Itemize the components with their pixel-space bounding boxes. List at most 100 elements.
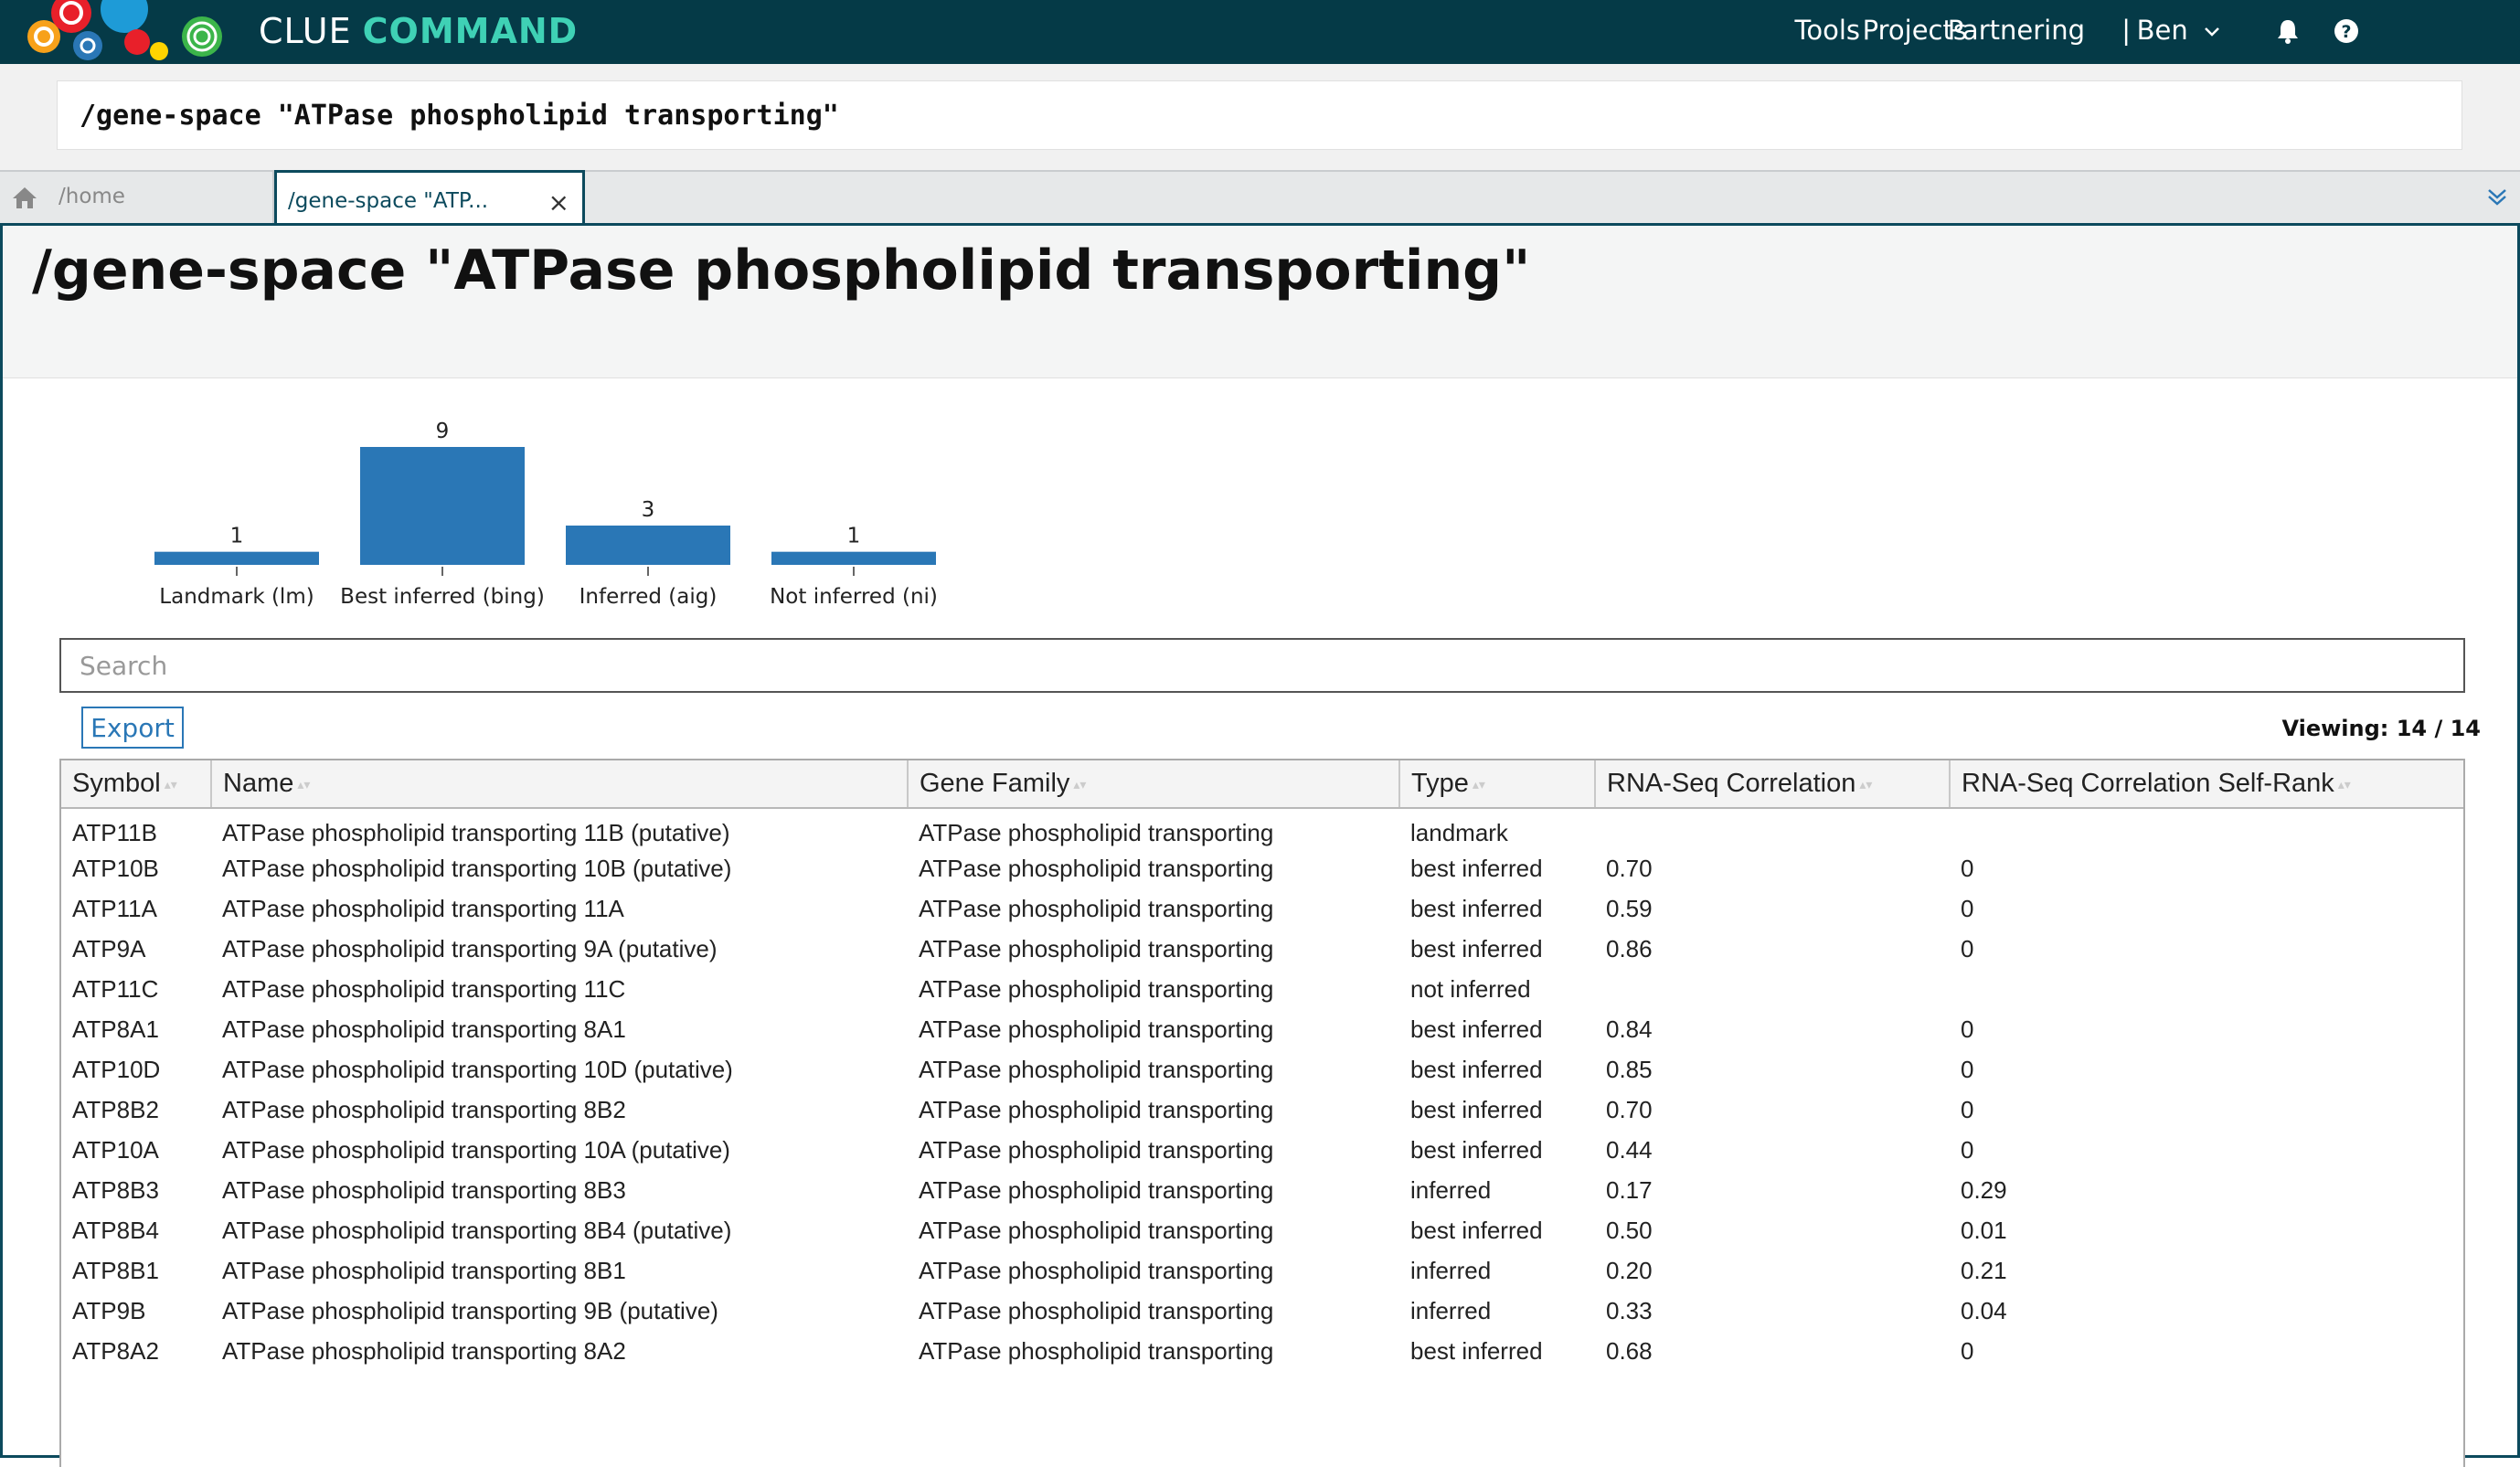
sort-icon[interactable]: ▴▾ bbox=[297, 777, 310, 792]
sort-icon[interactable]: ▴▾ bbox=[1073, 777, 1086, 792]
viewing-count: Viewing: 14 / 14 bbox=[2281, 716, 2481, 741]
table-cell: ATP9A bbox=[72, 934, 146, 962]
table-row[interactable]: ATP10B ATPase phospholipid transporting 1… bbox=[61, 848, 2463, 888]
table-cell: ATPase phospholipid transporting 8B2 bbox=[222, 1095, 626, 1123]
table-cell: 0 bbox=[1961, 1336, 1974, 1365]
export-button[interactable]: Export bbox=[81, 707, 184, 749]
table-cell bbox=[1950, 969, 2463, 1009]
column-header[interactable]: Symbol ▴▾ bbox=[61, 760, 212, 809]
tab-overflow-chevron-icon[interactable] bbox=[2483, 183, 2511, 210]
table-cell: ATP11B bbox=[72, 819, 157, 846]
column-header-label: Name bbox=[223, 769, 294, 798]
table-cell: 0 bbox=[1961, 1095, 1974, 1123]
chart-bar[interactable] bbox=[154, 551, 319, 565]
table-row[interactable]: ATP11C ATPase phospholipid transporting 1… bbox=[61, 969, 2463, 1009]
clue-logo[interactable] bbox=[24, 0, 234, 64]
column-header[interactable]: Gene Family ▴▾ bbox=[908, 760, 1400, 809]
brand-command: COMMAND bbox=[362, 11, 579, 51]
close-tab-icon[interactable]: × bbox=[548, 187, 569, 218]
nav-tools[interactable]: Tools bbox=[1795, 15, 1860, 46]
column-header[interactable]: Name ▴▾ bbox=[211, 760, 909, 809]
table-cell: inferred bbox=[1410, 1175, 1492, 1204]
column-header-label: Gene Family bbox=[920, 769, 1070, 798]
x-axis-tick-label: Best inferred (bing) bbox=[340, 585, 545, 609]
command-input[interactable]: /gene-space "ATPase phospholipid transpo… bbox=[57, 80, 2462, 150]
table-cell: ATPase phospholipid transporting 11A bbox=[222, 894, 624, 922]
table-cell: ATP11A bbox=[72, 894, 157, 922]
search-input[interactable] bbox=[59, 638, 2465, 693]
sort-icon[interactable]: ▴▾ bbox=[1859, 777, 1872, 792]
sort-icon[interactable]: ▴▾ bbox=[165, 777, 177, 792]
table-cell: 0.21 bbox=[1961, 1256, 2007, 1284]
table-cell: 0.33 bbox=[1606, 1296, 1653, 1324]
table-cell bbox=[1950, 808, 2463, 848]
tab-home[interactable]: /home bbox=[0, 172, 274, 225]
table-row[interactable]: ATP8A1 ATPase phospholipid transporting 8… bbox=[61, 1009, 2463, 1049]
bell-icon[interactable] bbox=[2276, 18, 2300, 50]
content-frame: /gene-space "ATPase phospholipid transpo… bbox=[0, 223, 2520, 1467]
table-cell: inferred bbox=[1410, 1256, 1492, 1284]
x-axis-tick-label: Not inferred (ni) bbox=[770, 585, 938, 609]
app-brand: CLUE COMMAND bbox=[259, 11, 578, 51]
table-cell: ATPase phospholipid transporting bbox=[919, 894, 1274, 922]
table-cell: ATP10A bbox=[72, 1135, 159, 1164]
table-cell: 0.59 bbox=[1606, 894, 1653, 922]
chart-bar[interactable] bbox=[360, 447, 525, 565]
table-cell: ATPase phospholipid transporting bbox=[919, 1336, 1274, 1365]
chart-bar[interactable] bbox=[566, 526, 730, 565]
table-cell: ATPase phospholipid transporting 8A1 bbox=[222, 1015, 626, 1043]
table-row[interactable]: ATP8B2 ATPase phospholipid transporting 8… bbox=[61, 1090, 2463, 1130]
table-cell: inferred bbox=[1410, 1296, 1492, 1324]
table-row[interactable]: ATP10D ATPase phospholipid transporting 1… bbox=[61, 1049, 2463, 1090]
table-body: ATP11B ATPase phospholipid transporting 1… bbox=[61, 808, 2463, 1371]
column-header[interactable]: Type ▴▾ bbox=[1399, 760, 1596, 809]
table-cell: ATPase phospholipid transporting bbox=[919, 1296, 1274, 1324]
table-cell: ATPase phospholipid transporting 10A (pu… bbox=[222, 1135, 730, 1164]
table-cell bbox=[1595, 969, 1950, 1009]
help-icon[interactable]: ? bbox=[2334, 18, 2359, 50]
table-row[interactable]: ATP8B3 ATPase phospholipid transporting 8… bbox=[61, 1170, 2463, 1210]
table-row[interactable]: ATP10A ATPase phospholipid transporting 1… bbox=[61, 1130, 2463, 1170]
svg-text:?: ? bbox=[2341, 22, 2351, 42]
x-axis-tick-label: Landmark (lm) bbox=[159, 585, 314, 609]
table-cell: ATP8B1 bbox=[72, 1256, 159, 1284]
table-cell: ATPase phospholipid transporting 10B (pu… bbox=[222, 854, 732, 882]
nav-separator: | bbox=[2121, 15, 2131, 46]
table-row[interactable]: ATP11A ATPase phospholipid transporting 1… bbox=[61, 888, 2463, 929]
table-row[interactable]: ATP8B1 ATPase phospholipid transporting 8… bbox=[61, 1250, 2463, 1291]
table-cell: ATPase phospholipid transporting bbox=[919, 1216, 1274, 1244]
table-row[interactable]: ATP8A2 ATPase phospholipid transporting 8… bbox=[61, 1331, 2463, 1371]
table-cell: 0.29 bbox=[1961, 1175, 2007, 1204]
table-row[interactable]: ATP11B ATPase phospholipid transporting 1… bbox=[61, 808, 2463, 848]
table-row[interactable]: ATP8B4 ATPase phospholipid transporting 8… bbox=[61, 1210, 2463, 1250]
table-cell: ATPase phospholipid transporting 11B (pu… bbox=[222, 819, 730, 846]
table-cell: ATPase phospholipid transporting 9A (put… bbox=[222, 934, 718, 962]
table-cell: ATPase phospholipid transporting bbox=[919, 1015, 1274, 1043]
table-cell: ATPase phospholipid transporting 10D (pu… bbox=[222, 1055, 733, 1083]
table-cell: ATPase phospholipid transporting bbox=[919, 854, 1274, 882]
table-cell: 0.68 bbox=[1606, 1336, 1653, 1365]
table-row[interactable]: ATP9B ATPase phospholipid transporting 9B… bbox=[61, 1291, 2463, 1331]
bar-value-label: 3 bbox=[642, 498, 655, 522]
sort-icon[interactable]: ▴▾ bbox=[2338, 777, 2351, 792]
table-cell: ATP10D bbox=[72, 1055, 161, 1083]
tab-gene-space[interactable]: /gene-space "ATP... × bbox=[274, 170, 585, 229]
table-cell: best inferred bbox=[1410, 1336, 1543, 1365]
table-cell: 0.86 bbox=[1606, 934, 1653, 962]
type-bar-chart: 1 Landmark (lm) 9 Best inferred (bing) 3 Infe… bbox=[154, 420, 938, 609]
nav-user-menu[interactable]: Ben bbox=[2137, 15, 2220, 46]
column-header-label: Type bbox=[1411, 769, 1469, 798]
column-header[interactable]: RNA-Seq Correlation ▴▾ bbox=[1595, 760, 1951, 809]
nav-partnering[interactable]: Partnering bbox=[1948, 15, 2085, 46]
column-header-label: RNA-Seq Correlation bbox=[1607, 769, 1856, 798]
table-cell: ATPase phospholipid transporting bbox=[919, 1135, 1274, 1164]
table-cell: 0.04 bbox=[1961, 1296, 2007, 1324]
table-row[interactable]: ATP9A ATPase phospholipid transporting 9A… bbox=[61, 929, 2463, 969]
chart-bar[interactable] bbox=[771, 551, 936, 565]
table-cell: best inferred bbox=[1410, 854, 1543, 882]
sort-icon[interactable]: ▴▾ bbox=[1473, 777, 1485, 792]
table-cell: ATPase phospholipid transporting 8B3 bbox=[222, 1175, 626, 1204]
table-cell: ATPase phospholipid transporting 8B1 bbox=[222, 1256, 626, 1284]
column-header[interactable]: RNA-Seq Correlation Self-Rank ▴▾ bbox=[1950, 760, 2463, 809]
user-name: Ben bbox=[2136, 15, 2188, 46]
